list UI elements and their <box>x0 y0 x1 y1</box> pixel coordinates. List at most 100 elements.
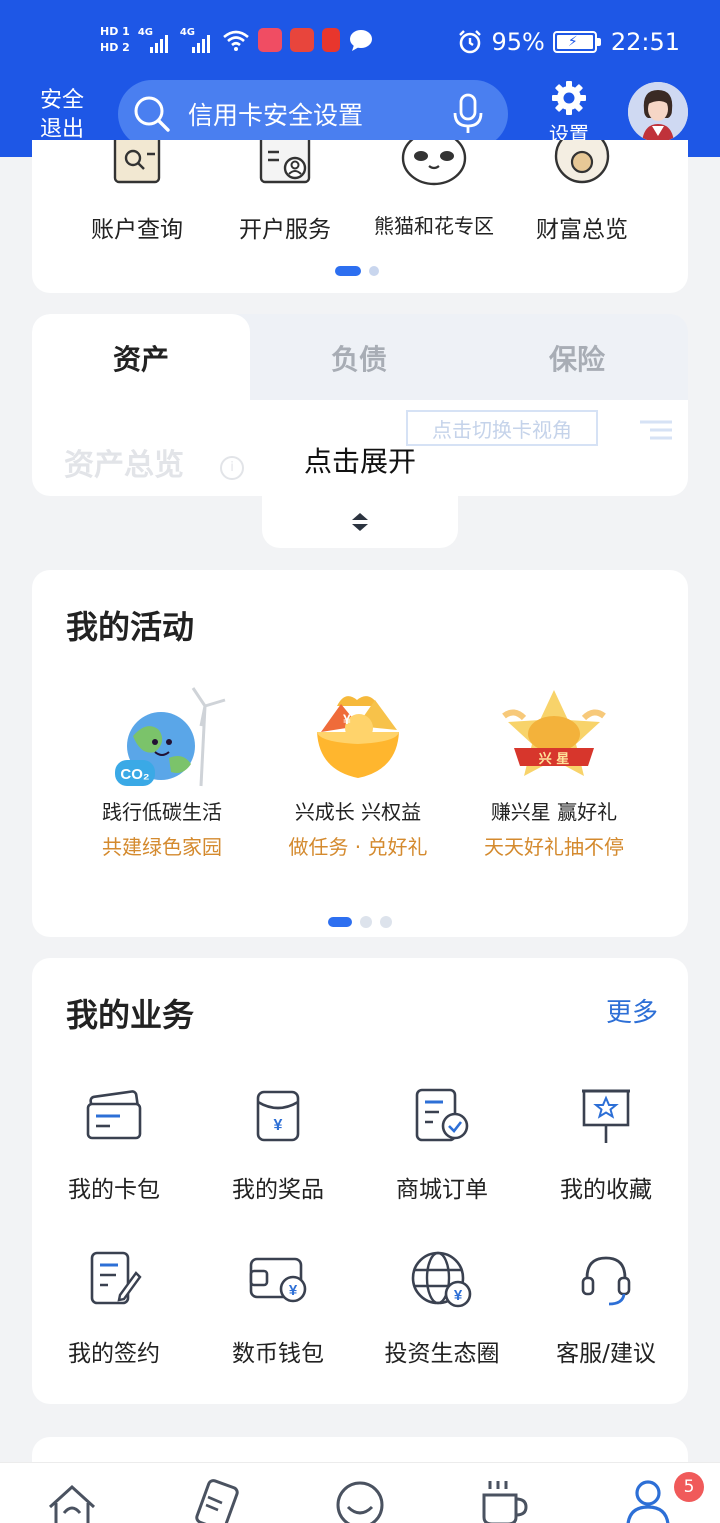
status-bar: HD 1 HD 2 4G 4G 95% ⚡ 22:51 <box>0 0 720 80</box>
clock: 22:51 <box>610 28 680 56</box>
biz-investment[interactable]: ¥ 投资生态圈 <box>360 1248 524 1368</box>
biz-prize[interactable]: ¥ 我的奖品 <box>196 1084 360 1204</box>
digital-wallet-icon: ¥ <box>196 1248 360 1312</box>
order-icon <box>360 1084 524 1148</box>
wifi-icon <box>222 30 249 51</box>
card-icon <box>195 1479 239 1523</box>
biz-label: 我的收藏 <box>560 1177 652 1203</box>
activity-title: 赚兴星 赢好礼 <box>490 800 618 824</box>
quick-item-label: 账户查询 <box>91 217 183 243</box>
contract-icon <box>32 1248 196 1312</box>
settings-button[interactable]: 设置 <box>540 80 598 147</box>
status-right: 95% ⚡ 22:51 <box>457 26 680 58</box>
earth-co2-icon: CO₂ <box>62 686 262 792</box>
smile-icon <box>336 1481 384 1523</box>
avatar[interactable] <box>628 82 688 142</box>
activity-star[interactable]: 兴 星 赚兴星 赢好礼 天天好礼抽不停 <box>454 686 654 860</box>
search-icon <box>132 94 172 134</box>
activity-growth[interactable]: ¥ 兴成长 兴权益 做任务 · 兑好礼 <box>258 686 458 860</box>
quick-item-panda[interactable]: 熊猫和花专区 <box>352 140 516 239</box>
hd1-label: HD 1 <box>100 25 130 38</box>
gear-icon <box>552 81 586 115</box>
pager-dot-active <box>328 917 352 927</box>
svg-text:¥: ¥ <box>274 1117 283 1134</box>
quick-item-label: 财富总览 <box>536 217 628 243</box>
quick-item-label: 熊猫和花专区 <box>374 214 494 238</box>
nav-cup[interactable] <box>474 1473 534 1523</box>
pager-dot <box>369 266 379 276</box>
business-title: 我的业务 <box>66 996 195 1034</box>
assets-card: 资产 负债 保险 资产总览 i 点击切换卡视角 点击展开 <box>32 314 688 496</box>
alarm-icon <box>459 30 482 54</box>
activity-subtitle: 做任务 · 兑好礼 <box>288 835 428 859</box>
shopping-app-icon <box>257 28 282 52</box>
activities-pager <box>328 916 392 928</box>
nav-home[interactable] <box>42 1473 102 1523</box>
hd2-label: HD 2 <box>100 41 130 54</box>
quick-item-account-open[interactable]: 开户服务 <box>203 140 367 244</box>
biz-card-wallet[interactable]: 我的卡包 <box>32 1084 196 1204</box>
redpacket-app-icon <box>321 28 340 52</box>
svg-text:CO₂: CO₂ <box>120 766 149 783</box>
biz-contract[interactable]: 我的签约 <box>32 1248 196 1368</box>
biz-label: 商城订单 <box>396 1177 488 1203</box>
quick-item-wealth[interactable]: 财富总览 <box>500 140 664 244</box>
book-app-icon <box>289 28 314 52</box>
signal-1-icon: 4G <box>138 27 172 53</box>
expand-arrows-icon <box>352 513 368 531</box>
wealth-overview-icon <box>500 140 664 188</box>
nav-smile[interactable] <box>330 1473 390 1523</box>
activity-title: 践行低碳生活 <box>102 800 222 824</box>
svg-text:¥: ¥ <box>454 1287 463 1304</box>
expand-handle[interactable] <box>262 496 458 548</box>
account-open-icon <box>203 140 367 188</box>
biz-label: 投资生态圈 <box>384 1341 500 1367</box>
business-card: 我的业务 更多 我的卡包 ¥ 我的奖品 商城订单 我的收藏 我的签约 ¥ 数币钱… <box>32 958 688 1404</box>
more-link[interactable]: 更多 <box>606 992 658 1029</box>
biz-order[interactable]: 商城订单 <box>360 1084 524 1204</box>
prize-icon: ¥ <box>196 1084 360 1148</box>
activity-low-carbon[interactable]: CO₂ 践行低碳生活 共建绿色家园 <box>62 686 262 860</box>
tab-assets[interactable]: 资产 <box>32 314 250 402</box>
globe-yuan-icon: ¥ <box>360 1248 524 1312</box>
svg-text:兴 星: 兴 星 <box>539 751 570 767</box>
biz-customer-service[interactable]: 客服/建议 <box>524 1248 688 1368</box>
activity-subtitle: 天天好礼抽不停 <box>484 835 624 859</box>
quick-item-label: 开户服务 <box>239 217 331 243</box>
search-input[interactable]: 信用卡安全设置 <box>188 96 448 132</box>
battery-percent: 95% <box>491 28 545 56</box>
quick-menu-pager <box>335 266 379 276</box>
safe-exit-line1: 安全 <box>39 88 84 113</box>
quick-menu-card: 账户查询 开户服务 熊猫和花专区 财富总览 <box>32 140 688 293</box>
account-query-icon <box>55 140 219 188</box>
activities-card: 我的活动 CO₂ 践行低碳生活 共建绿色家园 ¥ 兴成长 兴权益 做任务 · 兑… <box>32 570 688 937</box>
activity-subtitle: 共建绿色家园 <box>102 835 222 859</box>
biz-digital-wallet[interactable]: ¥ 数币钱包 <box>196 1248 360 1368</box>
biz-label: 我的卡包 <box>68 1177 160 1203</box>
tab-insurance[interactable]: 保险 <box>468 314 686 402</box>
card-wallet-icon <box>32 1084 196 1148</box>
quick-item-account-query[interactable]: 账户查询 <box>55 140 219 244</box>
tab-liabilities[interactable]: 负债 <box>250 314 468 402</box>
search-bar[interactable]: 信用卡安全设置 <box>118 80 508 148</box>
nav-profile[interactable] <box>618 1473 678 1523</box>
biz-favorite[interactable]: 我的收藏 <box>524 1084 688 1204</box>
expand-text[interactable]: 点击展开 <box>32 440 688 480</box>
microphone-icon[interactable] <box>448 92 488 136</box>
pager-dot-active <box>335 266 361 276</box>
biz-label: 数币钱包 <box>232 1341 324 1367</box>
activities-title: 我的活动 <box>66 608 195 646</box>
battery-icon: ⚡ <box>552 31 601 53</box>
bottom-nav <box>0 1462 720 1523</box>
assets-body: 资产总览 i 点击切换卡视角 点击展开 <box>32 400 688 496</box>
home-icon <box>48 1484 96 1523</box>
panda-icon <box>352 140 516 188</box>
svg-text:¥: ¥ <box>289 1282 298 1299</box>
nav-card[interactable] <box>186 1473 246 1523</box>
svg-text:¥: ¥ <box>343 711 351 727</box>
status-left: HD 1 HD 2 4G 4G <box>100 20 374 60</box>
star-badge-icon: 兴 星 <box>454 686 654 792</box>
cup-icon <box>482 1481 528 1523</box>
safe-exit-button[interactable]: 安全 退出 <box>36 86 88 144</box>
notification-badge: 5 <box>674 1472 704 1502</box>
